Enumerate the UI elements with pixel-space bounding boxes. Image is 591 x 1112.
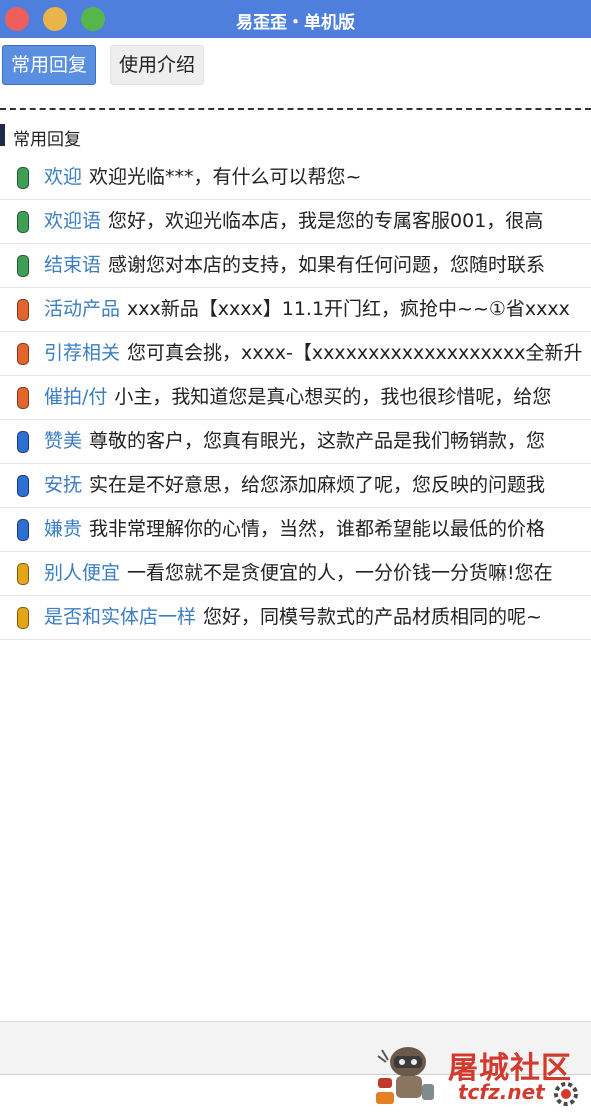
category-color-icon bbox=[17, 167, 29, 189]
category-color-icon bbox=[17, 299, 29, 321]
reply-keyword: 赞美 bbox=[44, 430, 83, 452]
reply-row[interactable]: 欢迎 欢迎光临***，有什么可以帮您~ bbox=[0, 156, 591, 200]
reply-list: 欢迎 欢迎光临***，有什么可以帮您~ 欢迎语 您好，欢迎光临本店，我是您的专属客服0… bbox=[0, 156, 591, 640]
reply-text: 赞美 尊敬的客户，您真有眼光，这款产品是我们畅销款，您 bbox=[44, 429, 545, 453]
reply-row[interactable]: 赞美 尊敬的客户，您真有眼光，这款产品是我们畅销款，您 bbox=[0, 420, 591, 464]
category-color-icon bbox=[17, 431, 29, 453]
tab-common-replies[interactable]: 常用回复 bbox=[2, 45, 97, 85]
reply-row[interactable]: 引荐相关 您可真会挑，xxxx-【xxxxxxxxxxxxxxxxxxx全新升 bbox=[0, 332, 591, 376]
reply-content: xxx新品【xxxx】11.1开门红，疯抢中~~①省xxxx bbox=[127, 298, 570, 320]
reply-content: 您可真会挑，xxxx-【xxxxxxxxxxxxxxxxxxx全新升 bbox=[127, 342, 583, 364]
reply-text: 活动产品 xxx新品【xxxx】11.1开门红，疯抢中~~①省xxxx bbox=[44, 297, 570, 321]
reply-row[interactable]: 结束语 感谢您对本店的支持，如果有任何问题，您随时联系 bbox=[0, 244, 591, 288]
reply-text: 结束语 感谢您对本店的支持，如果有任何问题，您随时联系 bbox=[44, 253, 545, 277]
watermark-subtitle: tcfz.net bbox=[458, 1080, 545, 1104]
window-titlebar: 易歪歪・单机版 bbox=[0, 0, 591, 38]
reply-row[interactable]: 催拍/付 小主，我知道您是真心想买的，我也很珍惜呢，给您 bbox=[0, 376, 591, 420]
reply-content: 一看您就不是贪便宜的人，一分价钱一分货嘛!您在 bbox=[127, 562, 553, 584]
category-color-icon bbox=[17, 343, 29, 365]
reply-row[interactable]: 是否和实体店一样 您好，同模号款式的产品材质相同的呢~ bbox=[0, 596, 591, 640]
reply-content: 您好，同模号款式的产品材质相同的呢~ bbox=[203, 606, 542, 628]
dashed-divider bbox=[0, 108, 591, 110]
reply-keyword: 催拍/付 bbox=[44, 386, 108, 408]
reply-text: 别人便宜 一看您就不是贪便宜的人，一分价钱一分货嘛!您在 bbox=[44, 561, 553, 585]
category-color-icon bbox=[17, 255, 29, 277]
reply-keyword: 欢迎 bbox=[44, 166, 83, 188]
reply-keyword: 嫌贵 bbox=[44, 518, 83, 540]
category-color-icon bbox=[17, 387, 29, 409]
section-accent-bar bbox=[0, 124, 5, 146]
reply-content: 我非常理解你的心情，当然，谁都希望能以最低的价格 bbox=[89, 518, 546, 540]
reply-row[interactable]: 嫌贵 我非常理解你的心情，当然，谁都希望能以最低的价格 bbox=[0, 508, 591, 552]
reply-text: 欢迎语 您好，欢迎光临本店，我是您的专属客服001，很高 bbox=[44, 209, 543, 233]
reply-keyword: 欢迎语 bbox=[44, 210, 102, 232]
reply-content: 您好，欢迎光临本店，我是您的专属客服001，很高 bbox=[108, 210, 544, 232]
reply-keyword: 结束语 bbox=[44, 254, 102, 276]
reply-keyword: 是否和实体店一样 bbox=[44, 606, 197, 628]
reply-text: 引荐相关 您可真会挑，xxxx-【xxxxxxxxxxxxxxxxxxx全新升 bbox=[44, 341, 583, 365]
reply-text: 嫌贵 我非常理解你的心情，当然，谁都希望能以最低的价格 bbox=[44, 517, 545, 541]
reply-text: 欢迎 欢迎光临***，有什么可以帮您~ bbox=[44, 165, 361, 189]
category-color-icon bbox=[17, 607, 29, 629]
reply-row[interactable]: 活动产品 xxx新品【xxxx】11.1开门红，疯抢中~~①省xxxx bbox=[0, 288, 591, 332]
reply-keyword: 引荐相关 bbox=[44, 342, 121, 364]
reply-content: 尊敬的客户，您真有眼光，这款产品是我们畅销款，您 bbox=[89, 430, 546, 452]
category-color-icon bbox=[17, 211, 29, 233]
section-title: 常用回复 bbox=[13, 130, 81, 150]
category-color-icon bbox=[17, 475, 29, 497]
reply-text: 安抚 实在是不好意思，给您添加麻烦了呢，您反映的问题我 bbox=[44, 473, 545, 497]
reply-content: 实在是不好意思，给您添加麻烦了呢，您反映的问题我 bbox=[89, 474, 546, 496]
window-title: 易歪歪・单机版 bbox=[236, 13, 355, 33]
category-color-icon bbox=[17, 563, 29, 585]
reply-row[interactable]: 欢迎语 您好，欢迎光临本店，我是您的专属客服001，很高 bbox=[0, 200, 591, 244]
reply-row[interactable]: 别人便宜 一看您就不是贪便宜的人，一分价钱一分货嘛!您在 bbox=[0, 552, 591, 596]
gear-icon bbox=[554, 1082, 578, 1106]
reply-content: 欢迎光临***，有什么可以帮您~ bbox=[89, 166, 362, 188]
reply-text: 是否和实体店一样 您好，同模号款式的产品材质相同的呢~ bbox=[44, 605, 542, 629]
reply-text: 催拍/付 小主，我知道您是真心想买的，我也很珍惜呢，给您 bbox=[44, 385, 551, 409]
reply-row[interactable]: 安抚 实在是不好意思，给您添加麻烦了呢，您反映的问题我 bbox=[0, 464, 591, 508]
reply-keyword: 活动产品 bbox=[44, 298, 121, 320]
robot-mascot-icon bbox=[376, 1047, 434, 1104]
reply-keyword: 别人便宜 bbox=[44, 562, 121, 584]
tab-usage-guide[interactable]: 使用介绍 bbox=[110, 45, 205, 85]
reply-keyword: 安抚 bbox=[44, 474, 83, 496]
category-color-icon bbox=[17, 519, 29, 541]
reply-content: 感谢您对本店的支持，如果有任何问题，您随时联系 bbox=[108, 254, 546, 276]
reply-content: 小主，我知道您是真心想买的，我也很珍惜呢，给您 bbox=[114, 386, 552, 408]
